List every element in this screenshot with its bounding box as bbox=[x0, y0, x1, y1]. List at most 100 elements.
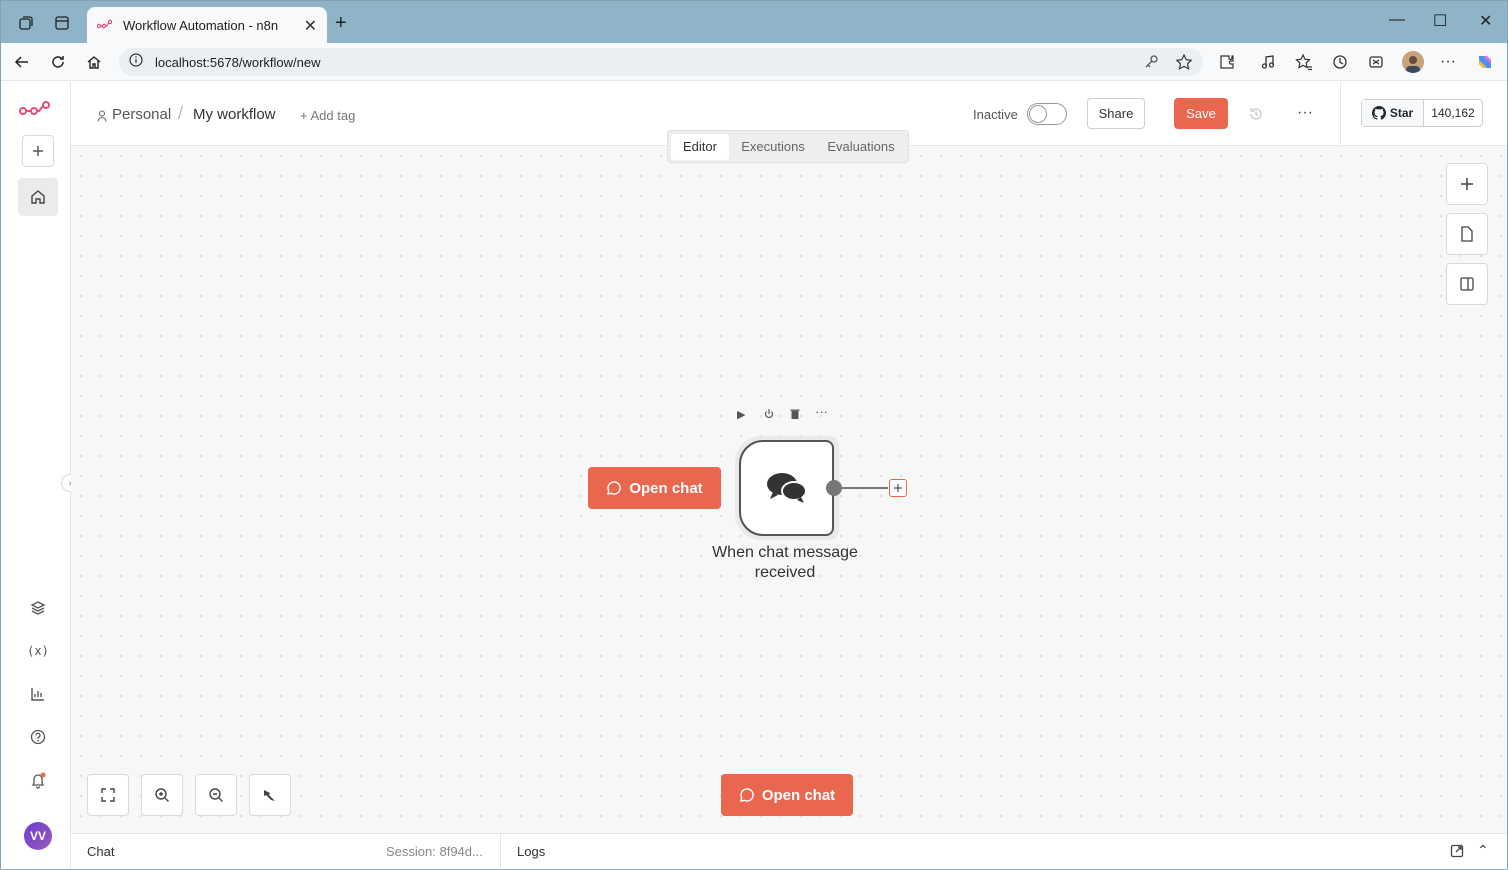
insights-icon[interactable] bbox=[22, 678, 54, 710]
variables-icon[interactable]: (x) bbox=[22, 635, 54, 667]
add-tag-button[interactable]: + Add tag bbox=[300, 108, 355, 123]
node-more-icon[interactable]: ··· bbox=[815, 404, 828, 419]
session-id[interactable]: Session: 8f94d... bbox=[386, 844, 483, 859]
active-status-label: Inactive bbox=[973, 107, 1018, 122]
browser-tab[interactable]: Workflow Automation - n8n ✕ bbox=[87, 7, 327, 43]
workspaces-icon[interactable] bbox=[15, 12, 37, 34]
favorites-icon[interactable] bbox=[1294, 52, 1314, 72]
chat-bubbles-icon bbox=[766, 473, 807, 503]
pop-out-icon[interactable] bbox=[1450, 844, 1464, 861]
connection-line bbox=[842, 487, 888, 489]
header-divider bbox=[1340, 82, 1341, 146]
open-chat-button[interactable]: Open chat bbox=[721, 774, 853, 816]
github-star-label: Star bbox=[1389, 106, 1414, 120]
open-chat-node-button[interactable]: Open chat bbox=[588, 467, 721, 509]
panel-icon bbox=[1460, 277, 1474, 291]
deactivate-node-icon[interactable] bbox=[763, 407, 775, 425]
sticky-note-icon bbox=[1461, 226, 1473, 242]
github-star-button[interactable]: Star bbox=[1362, 100, 1424, 126]
maximize-icon[interactable]: ☐ bbox=[1433, 11, 1447, 31]
extensions-icon[interactable] bbox=[1217, 52, 1237, 72]
save-button[interactable]: Save bbox=[1174, 98, 1228, 129]
key-icon[interactable] bbox=[1143, 54, 1159, 75]
favorite-star-icon[interactable] bbox=[1175, 53, 1193, 76]
breadcrumb-project[interactable]: Personal bbox=[112, 106, 171, 123]
refresh-icon[interactable] bbox=[47, 51, 69, 73]
github-icon bbox=[1371, 106, 1386, 120]
n8n-logo-icon[interactable] bbox=[19, 98, 51, 123]
browser-window: Workflow Automation - n8n ✕ + — ☐ ✕ loca… bbox=[0, 0, 1508, 870]
person-icon bbox=[97, 109, 107, 126]
create-button[interactable] bbox=[22, 135, 54, 167]
help-icon[interactable] bbox=[22, 721, 54, 753]
workflow-menu-icon[interactable]: ··· bbox=[1297, 104, 1313, 122]
tab-title: Workflow Automation - n8n bbox=[123, 17, 279, 33]
fit-view-icon bbox=[101, 788, 115, 802]
tidy-up-button[interactable] bbox=[249, 774, 291, 816]
home-icon[interactable] bbox=[83, 51, 105, 73]
zoom-out-button[interactable] bbox=[195, 774, 237, 816]
screenshot-icon[interactable] bbox=[1366, 52, 1386, 72]
add-node-button[interactable] bbox=[1446, 163, 1488, 205]
tab-executions[interactable]: Executions bbox=[729, 134, 817, 160]
chat-trigger-node[interactable] bbox=[739, 440, 834, 536]
github-star-count[interactable]: 140,162 bbox=[1424, 100, 1482, 126]
plus-icon bbox=[894, 484, 902, 492]
view-tabs: Editor Executions Evaluations bbox=[667, 130, 909, 163]
chat-icon bbox=[607, 481, 622, 495]
chat-icon bbox=[739, 788, 754, 802]
sidebar: (x) VV › bbox=[1, 82, 79, 869]
close-tab-icon[interactable]: ✕ bbox=[304, 16, 317, 36]
chat-panel-label[interactable]: Chat bbox=[87, 844, 114, 859]
url-text: localhost:5678/workflow/new bbox=[155, 54, 321, 70]
workflow-canvas[interactable]: Editor Executions Evaluations ▶ ··· Open… bbox=[71, 130, 1507, 833]
github-star-widget[interactable]: Star 140,162 bbox=[1361, 99, 1483, 127]
back-icon[interactable] bbox=[11, 51, 33, 73]
logs-panel-label[interactable]: Logs bbox=[517, 844, 545, 859]
history-icon[interactable] bbox=[1330, 52, 1350, 72]
copilot-icon[interactable] bbox=[1475, 52, 1495, 72]
close-window-icon[interactable]: ✕ bbox=[1479, 11, 1492, 31]
tab-actions-icon[interactable] bbox=[51, 12, 73, 34]
active-toggle[interactable] bbox=[1027, 103, 1067, 125]
title-bar: Workflow Automation - n8n ✕ + — ☐ ✕ bbox=[1, 1, 1507, 43]
media-icon[interactable] bbox=[1258, 52, 1278, 72]
add-next-node-button[interactable] bbox=[889, 479, 907, 497]
info-icon[interactable] bbox=[129, 52, 143, 72]
breadcrumb-separator: / bbox=[178, 103, 184, 123]
toggle-panel-button[interactable] bbox=[1446, 263, 1488, 305]
execute-node-icon[interactable]: ▶ bbox=[737, 408, 745, 421]
notifications-icon[interactable] bbox=[22, 764, 54, 796]
plus-icon bbox=[1461, 178, 1473, 190]
sticky-note-button[interactable] bbox=[1446, 213, 1488, 255]
new-tab-icon[interactable]: + bbox=[335, 12, 347, 35]
zoom-in-button[interactable] bbox=[141, 774, 183, 816]
share-button[interactable]: Share bbox=[1087, 98, 1145, 129]
zoom-in-icon bbox=[155, 788, 169, 802]
open-chat-node-label: Open chat bbox=[629, 479, 703, 497]
workflow-name[interactable]: My workflow bbox=[193, 106, 276, 123]
profile-avatar[interactable] bbox=[1402, 51, 1424, 73]
delete-node-icon[interactable] bbox=[789, 407, 801, 425]
zoom-to-fit-button[interactable] bbox=[87, 774, 129, 816]
broom-icon bbox=[264, 790, 275, 801]
user-avatar[interactable]: VV bbox=[24, 822, 52, 850]
url-field[interactable]: localhost:5678/workflow/new bbox=[119, 48, 1203, 76]
minimize-icon[interactable]: — bbox=[1389, 11, 1405, 29]
address-bar: localhost:5678/workflow/new ··· bbox=[1, 43, 1507, 81]
output-handle[interactable] bbox=[826, 480, 842, 496]
panel-divider bbox=[500, 834, 501, 870]
zoom-out-icon bbox=[209, 788, 223, 802]
sidebar-item-home[interactable] bbox=[18, 178, 58, 216]
toggle-knob bbox=[1029, 105, 1047, 123]
node-label: When chat message received bbox=[712, 544, 858, 581]
more-options-icon[interactable]: ··· bbox=[1438, 52, 1458, 72]
tab-evaluations[interactable]: Evaluations bbox=[817, 134, 905, 160]
tab-editor[interactable]: Editor bbox=[671, 133, 729, 160]
bottom-panel-bar: Chat Session: 8f94d... Logs ⌃ bbox=[71, 833, 1507, 870]
templates-icon[interactable] bbox=[22, 592, 54, 624]
chevron-up-icon[interactable]: ⌃ bbox=[1477, 842, 1489, 859]
history-icon[interactable] bbox=[1248, 106, 1264, 127]
home-icon bbox=[31, 190, 45, 204]
open-chat-label: Open chat bbox=[761, 786, 836, 804]
